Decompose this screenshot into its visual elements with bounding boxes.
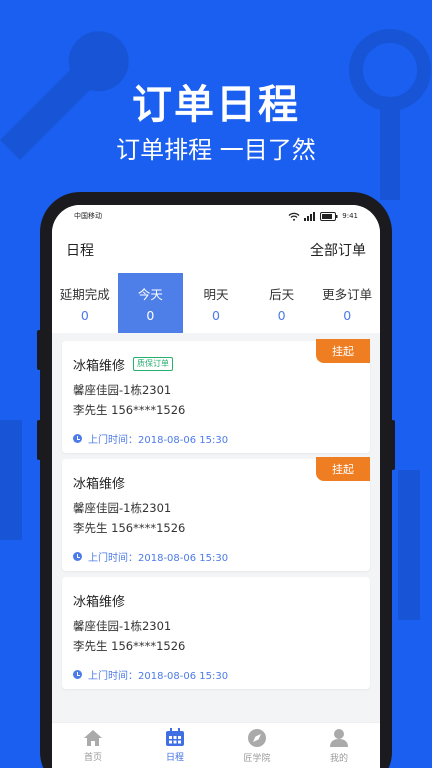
nav-schedule[interactable]: 日程	[134, 723, 216, 768]
status-time: 9:41	[342, 212, 358, 220]
user-icon	[330, 728, 348, 747]
nav-label: 匠学院	[243, 753, 271, 764]
order-address: 馨座佳园-1栋2301	[73, 383, 172, 397]
app-screen: 中国移动 9:41 日程 全部订单 延期完成 0 今天 0 明天 0 后天 0 …	[52, 205, 380, 768]
order-title: 冰箱维修	[73, 358, 126, 374]
status-bar: 中国移动 9:41	[52, 205, 380, 227]
order-visit-time: 上门时间：2018-08-06 15:30	[88, 671, 229, 682]
hero-title: 订单日程	[132, 82, 300, 128]
order-visit-time: 上门时间：2018-08-06 15:30	[88, 435, 229, 446]
order-visit-time: 上门时间：2018-08-06 15:30	[88, 553, 229, 564]
order-card[interactable]: 冰箱维修 馨座佳园-1栋2301 李先生 156****1526 上门时间：20…	[62, 457, 370, 571]
phone-power-button	[391, 420, 395, 470]
clock-icon	[73, 670, 82, 679]
tab-count: 0	[212, 307, 220, 323]
tab-delayed[interactable]: 延期完成 0	[52, 273, 118, 333]
background-wrench-decoration-right	[398, 470, 420, 620]
clock-icon	[73, 552, 82, 561]
nav-label: 我的	[329, 753, 348, 764]
signal-icon	[304, 211, 316, 221]
order-title: 冰箱维修	[73, 594, 126, 610]
order-address: 馨座佳园-1栋2301	[73, 619, 172, 633]
tab-count: 0	[343, 307, 352, 323]
order-contact: 李先生 156****1526	[73, 403, 186, 417]
tab-label: 今天	[137, 286, 163, 302]
home-icon	[84, 729, 102, 746]
order-list: 冰箱维修 质保订单 馨座佳园-1栋2301 李先生 156****1526 上门…	[52, 333, 380, 689]
tab-label: 后天	[269, 286, 295, 302]
nav-academy[interactable]: 匠学院	[216, 723, 298, 768]
phone-side-button	[37, 420, 41, 460]
suspend-tag[interactable]: 挂起	[316, 339, 370, 363]
schedule-tabs: 延期完成 0 今天 0 明天 0 后天 0 更多订单 0	[52, 273, 380, 333]
order-card[interactable]: 冰箱维修 馨座佳园-1栋2301 李先生 156****1526 上门时间：20…	[62, 577, 370, 689]
nav-label: 日程	[165, 753, 184, 763]
order-contact: 李先生 156****1526	[73, 639, 186, 653]
clock-icon	[73, 434, 82, 443]
page-title: 日程	[66, 243, 94, 259]
order-title: 冰箱维修	[73, 476, 126, 492]
warranty-badge: 质保订单	[133, 357, 174, 371]
phone-side-button	[37, 330, 41, 370]
tab-label: 更多订单	[322, 286, 373, 302]
order-card[interactable]: 冰箱维修 质保订单 馨座佳园-1栋2301 李先生 156****1526 上门…	[62, 339, 370, 453]
order-address: 馨座佳园-1栋2301	[73, 501, 172, 515]
suspend-tag[interactable]: 挂起	[316, 457, 370, 481]
tab-label: 延期完成	[59, 286, 110, 302]
bottom-navigation: 首页 日程 匠学院 我的	[52, 722, 380, 768]
carrier-label: 中国移动	[74, 212, 102, 220]
all-orders-link[interactable]: 全部订单	[310, 240, 366, 260]
tab-label: 明天	[203, 286, 229, 302]
compass-icon	[248, 728, 266, 747]
tab-today[interactable]: 今天 0	[117, 273, 184, 333]
tab-count: 0	[80, 307, 89, 323]
order-contact: 李先生 156****1526	[73, 521, 186, 535]
hero-subtitle: 订单排程 一目了然	[116, 136, 316, 164]
nav-home[interactable]: 首页	[52, 723, 134, 768]
wifi-icon	[288, 212, 300, 221]
tab-day-after-tomorrow[interactable]: 后天 0	[249, 273, 315, 333]
battery-icon	[320, 211, 338, 221]
nav-label: 首页	[83, 752, 102, 763]
tab-count: 0	[277, 307, 286, 323]
tab-more-orders[interactable]: 更多订单 0	[314, 273, 380, 333]
app-header: 日程 全部订单	[52, 227, 380, 273]
nav-profile[interactable]: 我的	[298, 723, 380, 768]
calendar-icon	[166, 728, 184, 746]
tab-count: 0	[146, 307, 155, 323]
tab-tomorrow[interactable]: 明天 0	[183, 273, 249, 333]
